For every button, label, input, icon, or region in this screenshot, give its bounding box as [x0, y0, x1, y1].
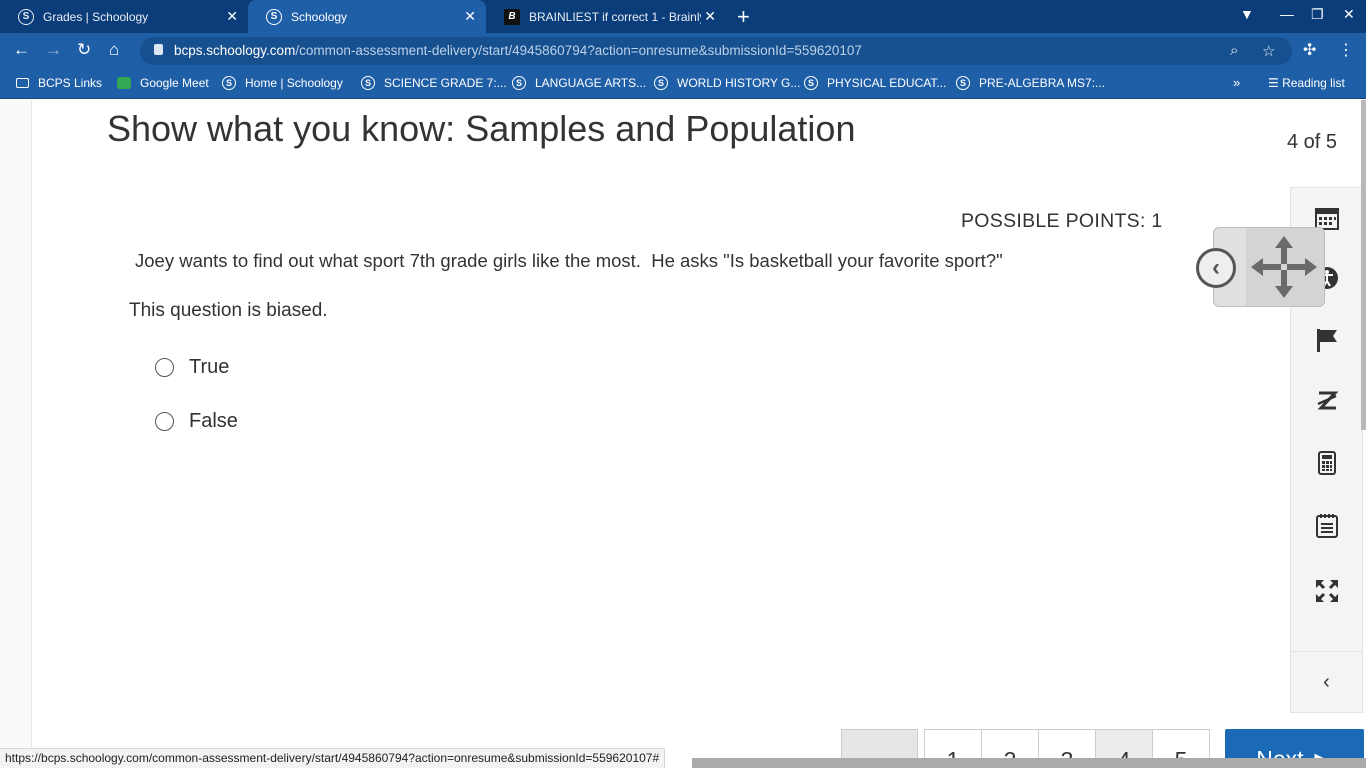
zoom-icon[interactable]: ⌕ — [1230, 42, 1238, 59]
bookmark-star-icon[interactable]: ☆ — [1262, 42, 1275, 60]
tab-grades[interactable]: S Grades | Schoology ✕ — [0, 0, 248, 33]
status-bar: https://bcps.schoology.com/common-assess… — [0, 748, 666, 768]
bookmark-home-schoology[interactable]: S Home | Schoology — [222, 76, 343, 90]
close-tab-icon[interactable]: ✕ — [226, 8, 238, 25]
assessment-page: Show what you know: Samples and Populati… — [0, 100, 1366, 768]
schoology-icon: S — [361, 76, 375, 90]
schoology-icon: S — [222, 76, 236, 90]
vertical-scrollbar[interactable] — [1361, 100, 1366, 430]
bookmark-pre-algebra[interactable]: S PRE-ALGEBRA MS7:... — [956, 76, 1105, 90]
schoology-favicon-icon: S — [266, 8, 282, 25]
option-label: False — [189, 410, 238, 432]
minimize-icon[interactable]: — — [1280, 6, 1294, 22]
option-label: True — [189, 356, 230, 378]
left-gutter — [0, 100, 32, 768]
reading-list-icon: ☰ — [1268, 76, 1283, 90]
chevron-left-icon: ‹ — [1323, 670, 1330, 693]
bookmark-world-history[interactable]: S WORLD HISTORY G... — [654, 76, 800, 90]
home-icon[interactable]: ⌂ — [109, 40, 119, 60]
chevron-left-circle-icon[interactable]: ‹ — [1196, 248, 1236, 288]
forward-icon[interactable]: → — [45, 40, 62, 60]
more-bookmarks-icon[interactable]: » — [1233, 75, 1240, 90]
reload-icon[interactable]: ↻ — [77, 40, 91, 60]
google-meet-icon — [117, 77, 131, 89]
bookmark-physical-education[interactable]: S PHYSICAL EDUCAT... — [804, 76, 946, 90]
horizontal-scrollbar[interactable] — [692, 758, 1366, 768]
url-text: bcps.schoology.com/common-assessment-del… — [174, 43, 862, 58]
folder-icon — [16, 78, 29, 88]
close-tab-icon[interactable]: ✕ — [704, 8, 716, 25]
back-icon[interactable]: ← — [13, 40, 30, 60]
eliminator-icon[interactable] — [1291, 381, 1362, 421]
notepad-icon[interactable] — [1291, 506, 1362, 546]
tab-strip: S Grades | Schoology ✕ S Schoology ✕ B B… — [0, 0, 1366, 33]
calculator-icon[interactable] — [1291, 443, 1362, 483]
floating-tool-widget[interactable]: ‹ — [1196, 227, 1325, 307]
restore-icon[interactable]: ❐ — [1311, 6, 1324, 23]
bookmark-science[interactable]: S SCIENCE GRADE 7:... — [361, 76, 507, 90]
close-window-icon[interactable]: ✕ — [1343, 6, 1355, 23]
bookmarks-bar: BCPS Links Google Meet S Home | Schoology… — [0, 69, 1366, 99]
close-tab-icon[interactable]: ✕ — [464, 8, 476, 25]
page-title: Show what you know: Samples and Populati… — [107, 108, 856, 149]
tab-title: Schoology — [291, 9, 348, 24]
bookmark-language-arts[interactable]: S LANGUAGE ARTS... — [512, 76, 646, 90]
possible-points: POSSIBLE POINTS: 1 — [961, 210, 1163, 232]
schoology-icon: S — [956, 76, 970, 90]
schoology-icon: S — [804, 76, 818, 90]
radio-true[interactable] — [155, 358, 174, 377]
address-bar[interactable]: bcps.schoology.com/common-assessment-del… — [140, 37, 1292, 65]
fullscreen-icon[interactable] — [1291, 571, 1362, 611]
move-arrows-icon[interactable] — [1248, 234, 1320, 300]
new-tab-icon[interactable]: + — [737, 4, 750, 30]
lock-icon — [154, 44, 163, 55]
question-text: Joey wants to find out what sport 7th gr… — [135, 250, 1003, 271]
schoology-favicon-icon: S — [18, 8, 34, 25]
reading-list-button[interactable]: ☰ Reading list — [1268, 76, 1345, 90]
option-false[interactable]: False — [155, 410, 238, 433]
schoology-icon: S — [512, 76, 526, 90]
question-counter: 4 of 5 — [1287, 131, 1338, 153]
tab-brainly[interactable]: B BRAINLIEST if correct 1 - Brainly ✕ — [486, 0, 726, 33]
tab-schoology[interactable]: S Schoology ✕ — [248, 0, 486, 33]
option-true[interactable]: True — [155, 356, 229, 379]
statement-text: This question is biased. — [129, 300, 328, 321]
tab-title: Grades | Schoology — [43, 9, 149, 24]
browser-toolbar: ← → ↻ ⌂ bcps.schoology.com/common-assess… — [0, 33, 1366, 69]
tab-title: BRAINLIEST if correct 1 - Brainly — [529, 9, 701, 24]
extensions-icon[interactable]: ✣ — [1303, 40, 1316, 60]
menu-icon[interactable]: ⋮ — [1338, 40, 1354, 60]
brainly-favicon-icon: B — [504, 8, 520, 25]
flag-icon[interactable] — [1291, 320, 1362, 360]
schoology-icon: S — [654, 76, 668, 90]
radio-false[interactable] — [155, 412, 174, 431]
tab-search-icon[interactable]: ▼ — [1240, 6, 1254, 22]
bookmark-google-meet[interactable]: Google Meet — [117, 76, 209, 90]
collapse-panel-button[interactable]: ‹ — [1290, 651, 1363, 713]
bookmark-bcps-links[interactable]: BCPS Links — [16, 76, 102, 90]
